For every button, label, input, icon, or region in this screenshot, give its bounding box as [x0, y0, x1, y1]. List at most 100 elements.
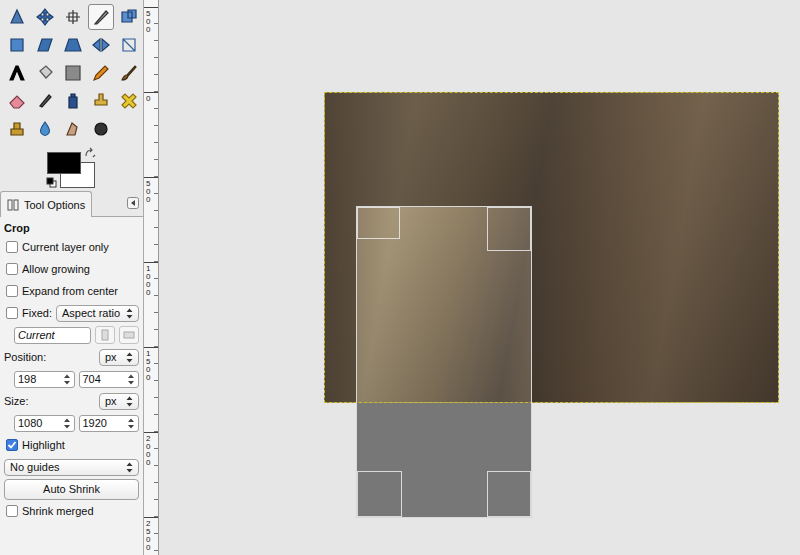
tool-button[interactable]: [60, 60, 86, 86]
dropdown-arrows-icon: [126, 352, 133, 363]
auto-shrink-button[interactable]: Auto Shrink: [4, 479, 139, 500]
tool-options-tab[interactable]: Tool Options: [0, 191, 92, 217]
ruler-mark: 2000: [144, 432, 158, 517]
tool-button[interactable]: [60, 4, 86, 30]
checkbox[interactable]: [6, 241, 18, 253]
ruler-mark: 2500: [144, 517, 158, 555]
ruler-mark: 500: [144, 7, 158, 92]
toolbox: Tool OptionsCropCurrent layer onlyAllow …: [0, 0, 143, 555]
tool-button[interactable]: [4, 32, 30, 58]
spinner-icon[interactable]: [127, 373, 135, 386]
foreground-color-swatch[interactable]: [47, 152, 81, 174]
tool-button[interactable]: [32, 88, 58, 114]
tool-button[interactable]: [60, 88, 86, 114]
tool-button[interactable]: [116, 4, 142, 30]
dropdown-arrows-icon: [126, 308, 133, 319]
canvas[interactable]: [159, 0, 800, 555]
tool-button[interactable]: [4, 60, 30, 86]
position-unit-dropdown[interactable]: px: [99, 349, 139, 366]
spinner-icon[interactable]: [63, 417, 71, 430]
tool-grid: [0, 0, 143, 142]
tool-button[interactable]: [88, 4, 114, 30]
crop-rectangle[interactable]: [356, 206, 532, 518]
clone-icon: [91, 91, 111, 111]
tool-button[interactable]: [4, 88, 30, 114]
fixed-mode-dropdown[interactable]: Aspect ratio: [56, 305, 139, 322]
crop-handle[interactable]: [357, 207, 400, 239]
perspective-clone-icon: [7, 119, 27, 139]
position-x-field[interactable]: 198: [14, 371, 75, 388]
fixed-checkbox[interactable]: [6, 307, 18, 319]
tool-button[interactable]: [32, 116, 58, 142]
ink-icon: [63, 91, 83, 111]
bucket-icon: [35, 63, 55, 83]
crop-handle[interactable]: [487, 207, 531, 251]
tool-button[interactable]: [88, 88, 114, 114]
dodge-icon: [91, 119, 111, 139]
perspective-icon: [63, 35, 83, 55]
size-height-field[interactable]: 1920: [79, 415, 140, 432]
gradient-icon: [63, 63, 83, 83]
dropdown-arrows-icon: [126, 396, 133, 407]
crop-empty-area: [356, 403, 531, 518]
vertical-ruler[interactable]: 50005001000150020002500: [143, 0, 159, 555]
tool-button[interactable]: [88, 60, 114, 86]
spinner-icon[interactable]: [127, 417, 135, 430]
pencil-icon: [91, 63, 111, 83]
heal-icon: [119, 91, 139, 111]
tool-button[interactable]: [88, 32, 114, 58]
transform-icon: [119, 7, 139, 27]
portrait-icon: [100, 329, 110, 341]
fixed-value-field[interactable]: Current: [14, 327, 91, 344]
tool-button[interactable]: [32, 4, 58, 30]
checkbox-row[interactable]: Allow growing: [4, 258, 139, 280]
scale-icon: [7, 35, 27, 55]
tool-button[interactable]: [4, 116, 30, 142]
tool-button[interactable]: [32, 60, 58, 86]
highlight-checkbox[interactable]: [6, 439, 18, 451]
tool-button[interactable]: [116, 32, 142, 58]
tool-button[interactable]: [4, 4, 30, 30]
cage-icon: [119, 35, 139, 55]
checkbox-row[interactable]: Current layer only: [4, 236, 139, 258]
gimp-window: Tool OptionsCropCurrent layer onlyAllow …: [0, 0, 800, 555]
checkbox-row[interactable]: Expand from center: [4, 280, 139, 302]
checkbox[interactable]: [6, 263, 18, 275]
size-width-field[interactable]: 1080: [14, 415, 75, 432]
flip-icon: [91, 35, 111, 55]
ruler-mark: 1500: [144, 347, 158, 432]
swap-colors-icon[interactable]: [84, 147, 96, 159]
paintbrush-icon: [119, 63, 139, 83]
tab-menu-icon[interactable]: [127, 197, 139, 209]
tool-button[interactable]: [88, 116, 114, 142]
tool-button[interactable]: [60, 32, 86, 58]
crop-handle[interactable]: [357, 471, 402, 517]
move-icon: [35, 7, 55, 27]
crop-handle[interactable]: [487, 471, 531, 517]
blur-icon: [35, 119, 55, 139]
ruler-mark: 1000: [144, 262, 158, 347]
ruler-mark: 0: [144, 92, 158, 177]
portrait-button[interactable]: [95, 326, 115, 344]
crop-icon: [91, 7, 111, 27]
tool-button[interactable]: [32, 32, 58, 58]
tool-button[interactable]: [116, 88, 142, 114]
image-layer[interactable]: [324, 92, 779, 403]
size-unit-dropdown[interactable]: px: [99, 393, 139, 410]
spinner-icon[interactable]: [63, 373, 71, 386]
shrink-merged-row[interactable]: Shrink merged: [4, 500, 139, 522]
ruler-mark: 500: [144, 177, 158, 262]
highlight-row[interactable]: Highlight: [4, 434, 139, 456]
tool-button[interactable]: [116, 60, 142, 86]
tab-row: Tool Options: [0, 190, 143, 217]
crop-highlight: [357, 206, 532, 403]
tool-options-panel: CropCurrent layer onlyAllow growingExpan…: [0, 217, 143, 555]
guides-dropdown[interactable]: No guides: [4, 459, 139, 476]
checkbox[interactable]: [6, 285, 18, 297]
tool-button[interactable]: [60, 116, 86, 142]
landscape-button[interactable]: [119, 326, 139, 344]
shrink-merged-checkbox[interactable]: [6, 505, 18, 517]
default-colors-icon[interactable]: [46, 177, 57, 188]
position-y-field[interactable]: 704: [79, 371, 140, 388]
dropdown-arrows-icon: [126, 462, 133, 473]
